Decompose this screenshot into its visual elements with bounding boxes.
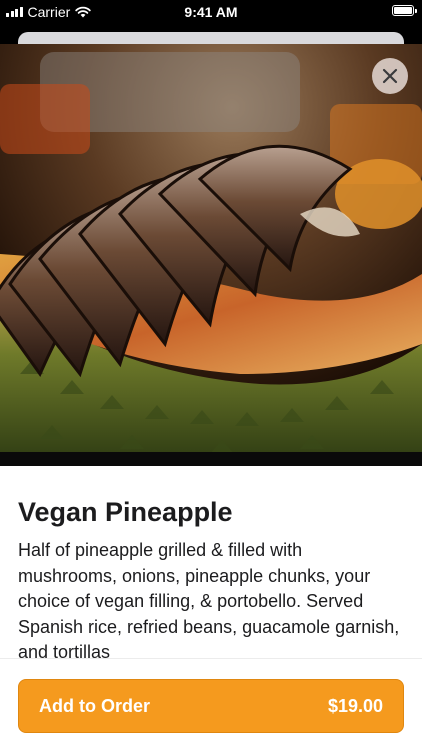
item-description: Half of pineapple grilled & filled with … <box>18 540 400 662</box>
item-detail-modal: Vegan Pineapple Half of pineapple grille… <box>0 44 422 750</box>
close-icon <box>382 68 398 84</box>
item-info: Vegan Pineapple Half of pineapple grille… <box>0 466 422 666</box>
status-time: 9:41 AM <box>184 4 238 20</box>
battery-icon <box>392 5 417 16</box>
close-button[interactable] <box>372 58 408 94</box>
order-price: $19.00 <box>327 695 383 716</box>
item-title: Vegan Pineapple <box>18 497 233 527</box>
add-to-order-label: Add to Order <box>39 695 150 716</box>
screen: Carrier 9:41 AM Vegan Pineapple Half of … <box>0 0 422 750</box>
order-footer: Add to Order $19.00 <box>0 658 422 750</box>
item-photo <box>0 44 422 466</box>
add-to-order-button[interactable]: Add to Order $19.00 <box>18 679 404 733</box>
status-bar: Carrier 9:41 AM <box>0 0 422 24</box>
